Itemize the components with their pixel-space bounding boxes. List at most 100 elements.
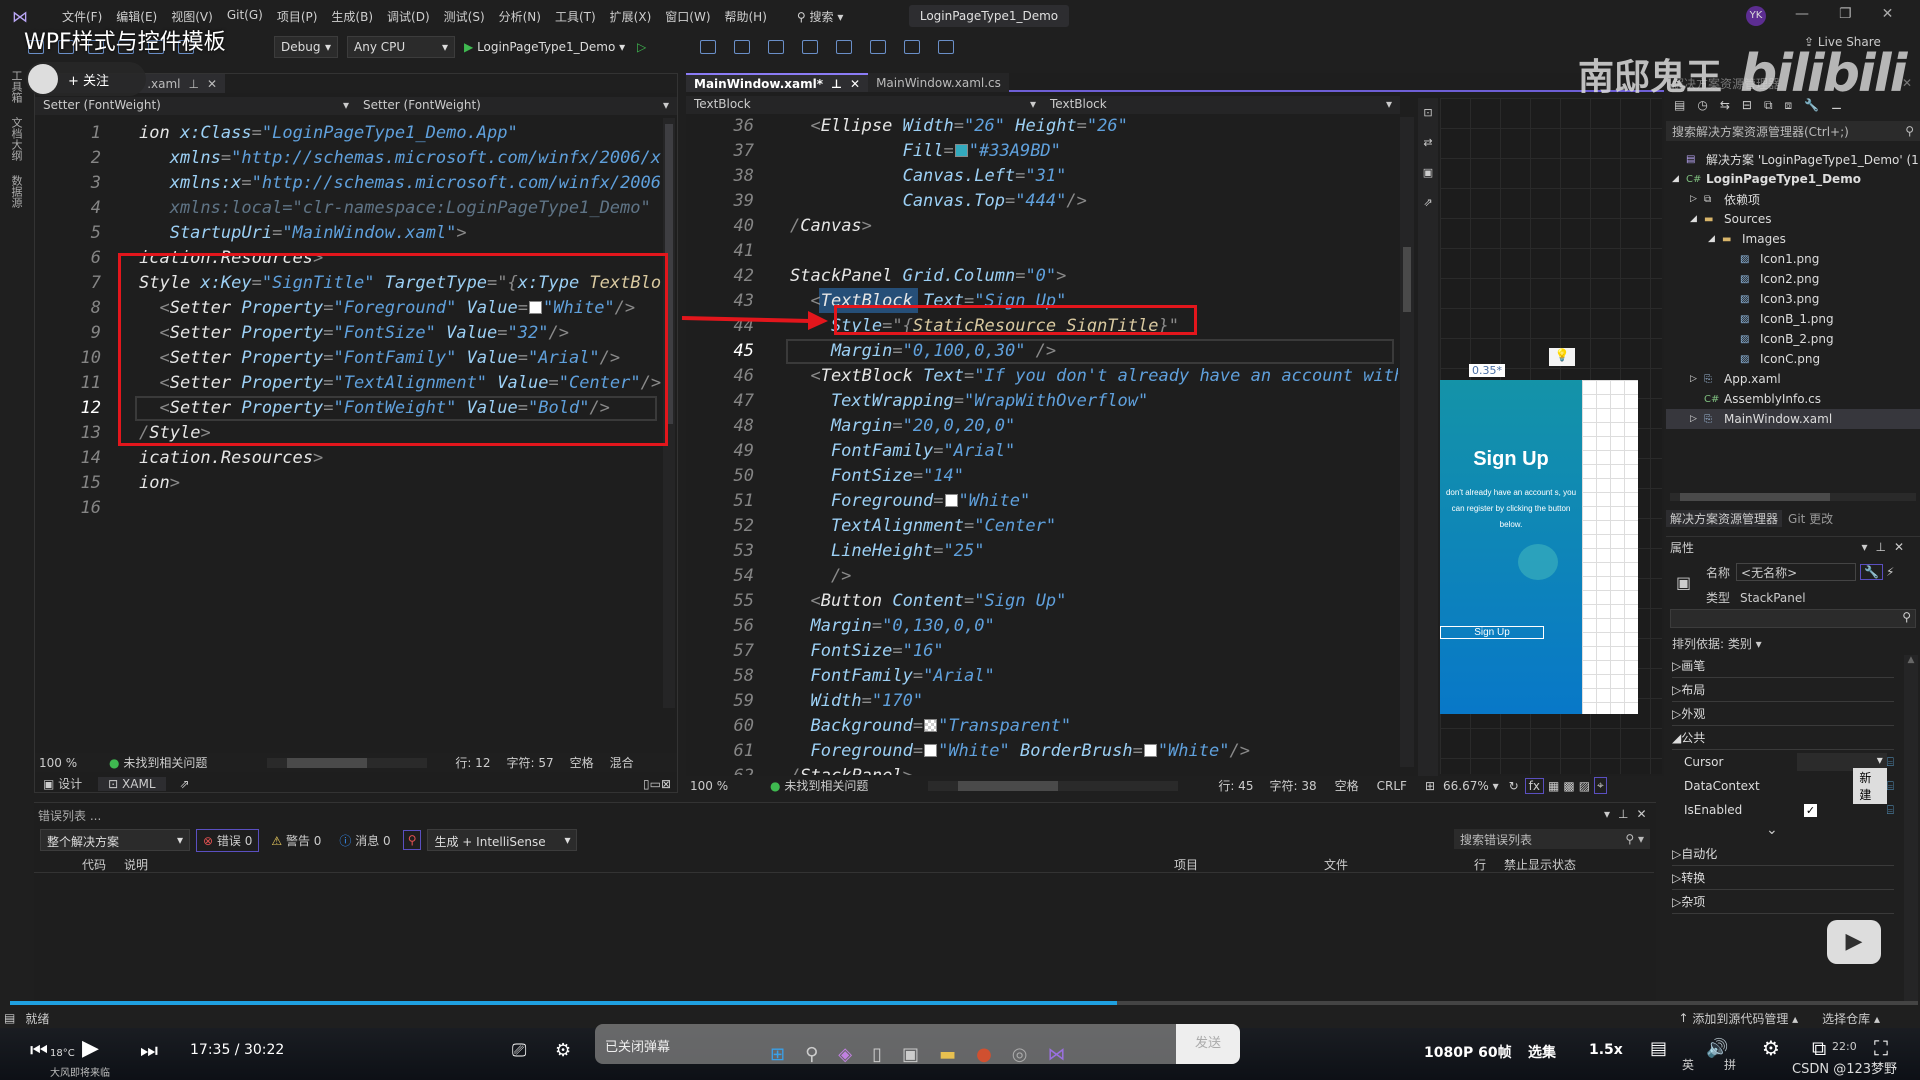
nav-scope-select[interactable]: Setter (FontWeight) ▾ bbox=[39, 97, 353, 115]
property-category[interactable]: ▷ 布局 bbox=[1672, 678, 1894, 702]
swap-icon[interactable]: ⇄ bbox=[1418, 128, 1438, 158]
properties-scrollbar[interactable]: ▲ bbox=[1904, 655, 1918, 1005]
toolbar-icon[interactable] bbox=[802, 40, 818, 54]
subtitle-icon[interactable]: ▤ bbox=[1650, 1038, 1667, 1059]
properties-search-input[interactable]: ⚲ bbox=[1670, 609, 1916, 628]
fx-icon[interactable]: fx bbox=[1524, 777, 1544, 794]
uploader-avatar[interactable] bbox=[28, 64, 58, 94]
tree-item[interactable]: ▷ ⎘ MainWindow.xaml bbox=[1666, 409, 1920, 429]
expander-icon[interactable]: ▷ bbox=[1690, 194, 1704, 204]
error-search-input[interactable]: 搜索错误列表 ⚲ ▾ bbox=[1454, 829, 1650, 849]
close-icon[interactable]: ✕ bbox=[850, 77, 860, 91]
issues-status[interactable]: 未找到相关问题 bbox=[784, 777, 868, 794]
add-to-source-control[interactable]: 添加到源代码管理 ▴ bbox=[1692, 1010, 1798, 1027]
tab-mainwindow-xaml-[interactable]: MainWindow.xaml* ⊥ ✕ bbox=[686, 73, 869, 92]
expander-icon[interactable]: ▷ bbox=[1690, 374, 1704, 384]
artboard-icon[interactable]: ▨ bbox=[1579, 779, 1590, 793]
property-category[interactable]: ▷ 转换 bbox=[1672, 866, 1894, 890]
snap-points-icon[interactable]: ⌖ bbox=[1594, 777, 1607, 794]
source-select[interactable]: 生成 + IntelliSense ▾ bbox=[427, 829, 578, 851]
binding-icon[interactable]: ⌸ bbox=[1887, 779, 1894, 794]
expander-icon[interactable]: ▷ bbox=[1690, 414, 1704, 424]
tree-item[interactable]: ▷ ⧉ 依赖项 bbox=[1666, 189, 1920, 209]
spaces-indicator[interactable]: 空格 bbox=[570, 754, 594, 771]
user-avatar[interactable]: YK bbox=[1746, 6, 1766, 26]
tool-window-tab[interactable]: 工具箱 bbox=[8, 70, 24, 103]
issues-status[interactable]: 未找到相关问题 bbox=[123, 754, 207, 771]
filter-icon[interactable]: ⚲ bbox=[402, 830, 422, 850]
menu-item[interactable]: 调试(D) bbox=[387, 8, 430, 25]
uploader-follow[interactable]: + 关注 bbox=[26, 62, 146, 96]
tree-item[interactable]: ◢ ▬ Sources bbox=[1666, 209, 1920, 229]
menu-item[interactable]: Git(G) bbox=[227, 8, 263, 25]
property-category[interactable]: ▷ 画笔 bbox=[1672, 654, 1894, 678]
taskview-icon[interactable]: ▯ bbox=[872, 1044, 882, 1065]
split-icons[interactable]: ▯▭⊠ bbox=[643, 777, 671, 791]
episodes-button[interactable]: 选集 bbox=[1528, 1042, 1556, 1062]
column-header[interactable]: 代码 bbox=[82, 856, 106, 873]
menu-item[interactable]: 帮助(H) bbox=[725, 8, 767, 25]
danmaku-toggle-icon[interactable]: ⎚ bbox=[512, 1040, 526, 1061]
horizontal-scrollbar[interactable] bbox=[928, 780, 1179, 791]
panel-controls[interactable]: ▾⊥✕ bbox=[1861, 540, 1912, 554]
lightbulb-icon[interactable]: 💡 bbox=[1549, 348, 1575, 366]
scope-select[interactable]: 整个解决方案 ▾ bbox=[40, 829, 190, 851]
toolbar-icon[interactable] bbox=[836, 40, 852, 54]
expander-icon[interactable]: ◢ bbox=[1672, 174, 1686, 184]
properties-wrench-icon[interactable]: 🔧 bbox=[1860, 564, 1883, 580]
speed-select[interactable]: 1.5x bbox=[1589, 1042, 1623, 1058]
toolbar-icon[interactable] bbox=[700, 40, 716, 54]
designer-surface[interactable]: 0.35* 💡 Sign Up don't already have an ac… bbox=[1440, 98, 1662, 774]
refresh-icon[interactable]: ↻ bbox=[1509, 779, 1519, 793]
quality-select[interactable]: 1080P 60帧 bbox=[1424, 1042, 1512, 1062]
windows-start-icon[interactable]: ⊞ bbox=[770, 1044, 785, 1065]
xaml-tab[interactable]: ⊡ XAML bbox=[98, 776, 166, 791]
maximize-button[interactable]: ❐ bbox=[1839, 6, 1852, 22]
close-button[interactable]: ✕ bbox=[1882, 6, 1894, 22]
horizontal-scrollbar[interactable] bbox=[267, 757, 428, 768]
binding-icon[interactable]: ⌸ bbox=[1887, 755, 1894, 770]
events-icon[interactable]: ⚡ bbox=[1886, 565, 1894, 579]
expander-icon[interactable]: ◢ bbox=[1708, 234, 1722, 244]
nav-member-select[interactable]: Setter (FontWeight) ▾ bbox=[359, 97, 673, 115]
right-vertical-scrollbar[interactable] bbox=[1400, 117, 1414, 767]
menu-item[interactable]: 视图(V) bbox=[171, 8, 213, 25]
previous-icon[interactable]: ⏮ bbox=[30, 1038, 48, 1062]
copilot-icon[interactable]: ◈ bbox=[838, 1044, 852, 1065]
tree-item[interactable]: ▷ ⎘ App.xaml bbox=[1666, 369, 1920, 389]
menu-item[interactable]: 测试(S) bbox=[444, 8, 485, 25]
popout-icon[interactable]: ⇗ bbox=[1418, 188, 1438, 218]
show-more-icon[interactable]: ⌄ bbox=[1766, 822, 1778, 838]
menu-item[interactable]: 扩展(X) bbox=[610, 8, 652, 25]
tree-item[interactable]: ▨ IconC.png bbox=[1666, 349, 1920, 369]
explorer-icon[interactable]: ▬ bbox=[939, 1044, 956, 1065]
designer-zoom[interactable]: 66.67% bbox=[1443, 779, 1489, 793]
panel-controls[interactable]: ▾⊥✕ bbox=[1604, 807, 1655, 821]
send-button[interactable]: 发送 bbox=[1176, 1024, 1240, 1064]
platform-select[interactable]: Any CPU ▾ bbox=[347, 36, 455, 58]
zoom-level[interactable]: 100 % bbox=[690, 779, 770, 793]
search-icon[interactable]: ⚲ bbox=[805, 1044, 818, 1065]
property-category[interactable]: ▷ 自动化 bbox=[1672, 842, 1894, 866]
eol-indicator[interactable]: 混合 bbox=[610, 754, 634, 771]
warnings-filter[interactable]: ⚠ 警告 0 bbox=[265, 830, 327, 851]
menu-item[interactable]: 窗口(W) bbox=[665, 8, 710, 25]
popout-icon[interactable]: ⇗ bbox=[180, 777, 190, 791]
pin-icon[interactable]: ⊥ bbox=[188, 77, 198, 91]
run-button[interactable]: ▶ LoginPageType1_Demo ▾ ▷ bbox=[464, 40, 646, 54]
property-category[interactable]: ◢ 公共 bbox=[1672, 726, 1894, 750]
tab-mainwindow-xaml-cs[interactable]: MainWindow.xaml.cs bbox=[868, 73, 1009, 92]
toolbar-icon[interactable] bbox=[870, 40, 886, 54]
run-without-debug-icon[interactable]: ▷ bbox=[637, 40, 646, 54]
expander-icon[interactable]: ◢ bbox=[1690, 214, 1704, 224]
solution-search-input[interactable]: 搜索解决方案资源管理器(Ctrl+;) ⚲ bbox=[1666, 121, 1920, 141]
tree-item[interactable]: ◢ C# LoginPageType1_Demo bbox=[1666, 169, 1920, 189]
tool-window-tab[interactable]: 文档大纲 bbox=[8, 117, 24, 161]
app-icon[interactable]: ▣ bbox=[902, 1044, 919, 1065]
property-category[interactable]: ▷ 外观 bbox=[1672, 702, 1894, 726]
column-header[interactable]: 禁止显示状态 bbox=[1504, 856, 1576, 873]
menu-item[interactable]: 生成(B) bbox=[331, 8, 373, 25]
settings-icon[interactable]: ⚙ bbox=[1762, 1036, 1780, 1060]
tool-window-tab[interactable]: 数据源 bbox=[8, 175, 24, 208]
menu-item[interactable]: 项目(P) bbox=[277, 8, 318, 25]
